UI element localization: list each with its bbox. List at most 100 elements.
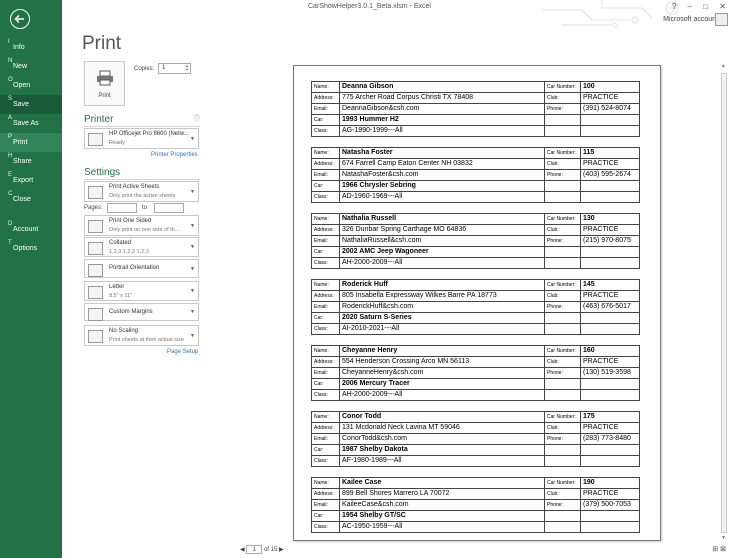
- page-title: Print: [82, 33, 122, 54]
- help-button[interactable]: ?: [672, 2, 676, 11]
- print-what-icon: [88, 186, 103, 199]
- club-value: PRACTICE: [580, 92, 640, 104]
- empty-cell: [580, 389, 640, 401]
- nav-item-options[interactable]: T Options: [0, 239, 62, 258]
- keytip: S: [8, 96, 13, 102]
- maximize-button[interactable]: □: [703, 2, 708, 11]
- scroll-down-icon[interactable]: ▼: [721, 535, 726, 541]
- copies-value: 1: [162, 65, 166, 71]
- table-row: Car: 2002 AMC Jeep Wagoneer: [311, 246, 640, 258]
- chevron-down-icon: ▼: [190, 188, 195, 195]
- scroll-up-icon[interactable]: ▲: [721, 63, 726, 69]
- sides-select[interactable]: Print One Sided Only print on one side of…: [84, 215, 199, 236]
- table-row: Email: ConorTodd&csh.com Phone: (283) 773-8…: [311, 433, 640, 445]
- empty-cell: [580, 125, 640, 137]
- copies-spinner-icon[interactable]: ▲ ▼: [185, 64, 189, 72]
- club-label: Club:: [544, 422, 581, 434]
- empty-cell: [580, 246, 640, 258]
- pages-to-input[interactable]: [154, 203, 184, 213]
- printer-select[interactable]: HP Officejet Pro 8600 (Netw... Ready ▼: [84, 128, 199, 149]
- car-value: 2006 Mercury Tracer: [339, 378, 545, 390]
- printer-properties-link[interactable]: Printer Properties: [151, 152, 198, 158]
- empty-cell: [544, 246, 581, 258]
- address-value: 674 Farrell Camp Eaton Center NH 03832: [339, 158, 545, 170]
- email-label: Email:: [311, 301, 340, 313]
- table-row: Address: 775 Archer Road Corpus Christi T…: [311, 92, 640, 104]
- pages-label: Pages:: [84, 205, 103, 211]
- class-label: Class:: [311, 521, 340, 533]
- zoom-to-page-icon[interactable]: ⊠: [720, 546, 726, 553]
- nav-item-label: Open: [13, 82, 31, 89]
- club-value: PRACTICE: [580, 290, 640, 302]
- page-setup-link[interactable]: Page Setup: [167, 349, 198, 355]
- table-row: Car: 2020 Saturn S-Series: [311, 312, 640, 324]
- printer-small-icon: [88, 133, 103, 146]
- print-what-select[interactable]: Print Active Sheets Only print the active…: [84, 181, 199, 202]
- divider: [84, 126, 200, 127]
- club-value: PRACTICE: [580, 158, 640, 170]
- address-label: Address:: [311, 224, 340, 236]
- pages-from-input[interactable]: [107, 203, 137, 213]
- table-row: Name: Deanna Gibson Car Number: 100: [311, 81, 640, 93]
- table-row: Car: 1954 Shelby GT/SC: [311, 510, 640, 522]
- printer-status: Ready: [109, 140, 125, 146]
- page-navigator: ◀ 1 of 15 ▶: [240, 545, 284, 554]
- preview-scrollbar[interactable]: ▲ ▼: [720, 63, 728, 543]
- table-row: Name: Conor Todd Car Number: 175: [311, 411, 640, 423]
- current-page-input[interactable]: 1: [246, 545, 263, 554]
- empty-cell: [544, 114, 581, 126]
- phone-value: (391) 524-8074: [580, 103, 640, 115]
- name-label: Name:: [311, 279, 340, 291]
- paper-size-select[interactable]: Letter 8.5" x 11" ▼: [84, 281, 199, 301]
- back-arrow-icon[interactable]: [10, 9, 30, 29]
- phone-value: (283) 773-8480: [580, 433, 640, 445]
- table-row: Car: 1966 Chrysler Sebring: [311, 180, 640, 192]
- account-link[interactable]: Microsoft account: [663, 16, 718, 23]
- car-number-label: Car Number:: [544, 345, 581, 357]
- club-label: Club:: [544, 92, 581, 104]
- keytip: E: [8, 172, 13, 178]
- setting-description: Print sheets at their actual size: [109, 337, 184, 343]
- prev-page-icon[interactable]: ◀: [240, 547, 245, 553]
- name-value: Nathalia Russell: [339, 213, 545, 225]
- margins-select[interactable]: Custom Margins ▼: [84, 303, 199, 321]
- table-row: Address: 899 Bell Shores Marrero LA 70072…: [311, 488, 640, 500]
- empty-cell: [544, 389, 581, 401]
- copies-label: Copies:: [134, 66, 155, 72]
- collation-select[interactable]: Collated 1,2,3 1,2,3 1,2,3 ▼: [84, 237, 199, 257]
- collation-icon: [88, 242, 103, 255]
- table-row: Name: Kailee Case Car Number: 190: [311, 477, 640, 489]
- table-row: Email: DeannaGibson&csh.com Phone: (391) 52…: [311, 103, 640, 115]
- scroll-thumb[interactable]: [721, 73, 727, 533]
- contestant-card: Name: Conor Todd Car Number: 175 Address: 131…: [311, 411, 640, 467]
- car-value: 1987 Shelby Dakota: [339, 444, 545, 456]
- info-icon[interactable]: ⓘ: [194, 113, 200, 122]
- nav-item-close[interactable]: C Close: [0, 190, 62, 209]
- setting-title: Collated: [109, 240, 132, 246]
- orientation-select[interactable]: Portrait Orientation ▼: [84, 259, 199, 278]
- chevron-down-icon: ▼: [190, 265, 195, 272]
- phone-label: Phone:: [544, 169, 581, 181]
- car-number-value: 160: [580, 345, 640, 357]
- phone-label: Phone:: [544, 235, 581, 247]
- setting-title: Print One Sided: [109, 218, 152, 224]
- empty-cell: [544, 257, 581, 269]
- window-title: CarShowHelper3.0.1_Beta.xlsm - Excel: [308, 3, 431, 10]
- chevron-down-icon: ▼: [190, 288, 195, 294]
- table-row: Class: AI-2010-2021---All: [311, 323, 640, 335]
- setting-description: Only print on one side of th...: [109, 227, 180, 233]
- table-row: Car: 2006 Mercury Tracer: [311, 378, 640, 390]
- print-button[interactable]: Print: [84, 61, 125, 106]
- show-margins-icon[interactable]: ⊞: [712, 546, 718, 553]
- phone-label: Phone:: [544, 103, 581, 115]
- class-label: Class:: [311, 455, 340, 467]
- avatar[interactable]: [715, 13, 728, 26]
- minimize-button[interactable]: –: [688, 2, 692, 11]
- scaling-select[interactable]: No Scaling Print sheets at their actual s…: [84, 325, 199, 346]
- sides-icon: [88, 220, 103, 233]
- chevron-down-icon: ▼: [190, 135, 195, 142]
- next-page-icon[interactable]: ▶: [279, 547, 284, 553]
- name-value: Cheyanne Henry: [339, 345, 545, 357]
- copies-input[interactable]: 1 ▲ ▼: [158, 63, 191, 74]
- close-button[interactable]: ✕: [719, 2, 726, 11]
